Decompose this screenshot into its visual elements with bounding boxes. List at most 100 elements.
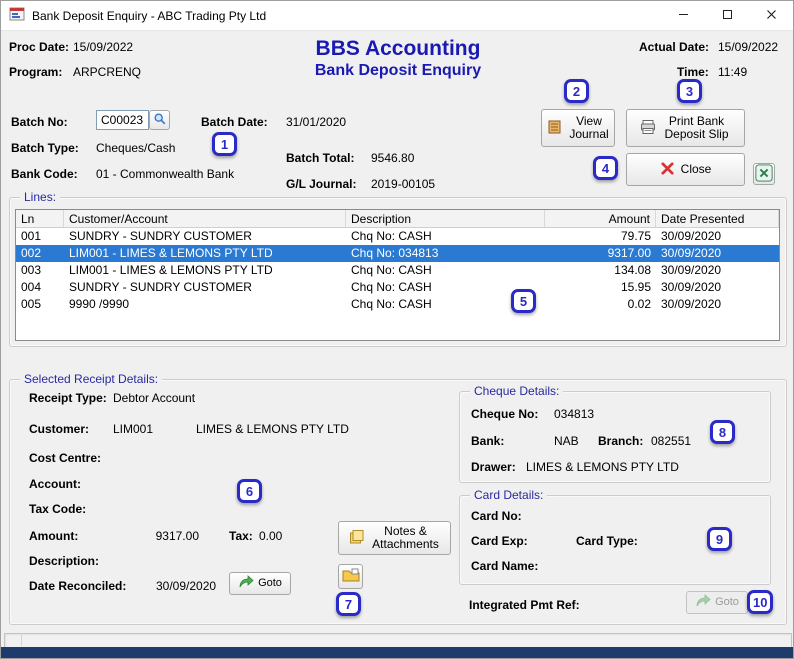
table-row-selected[interactable]: 002 LIM001 - LIMES & LEMONS PTY LTD Chq … bbox=[16, 245, 779, 262]
annotation-badge-10: 10 bbox=[747, 590, 774, 614]
drawer-value: LIMES & LEMONS PTY LTD bbox=[526, 460, 679, 474]
window-title: Bank Deposit Enquiry - ABC Trading Pty L… bbox=[32, 8, 267, 23]
lines-group-label: Lines: bbox=[20, 190, 61, 204]
table-row[interactable]: 001 SUNDRY - SUNDRY CUSTOMER Chq No: CAS… bbox=[16, 228, 779, 245]
notes-attachments-button[interactable]: Notes & Attachments bbox=[338, 521, 451, 555]
cell-amount: 134.08 bbox=[614, 263, 651, 277]
receipt-details-group-label: Selected Receipt Details: bbox=[20, 372, 163, 386]
minimize-button[interactable] bbox=[661, 1, 705, 31]
card-type-label: Card Type: bbox=[576, 534, 638, 548]
column-header-date-presented[interactable]: Date Presented bbox=[656, 210, 779, 227]
app-window: Bank Deposit Enquiry - ABC Trading Pty L… bbox=[0, 0, 794, 659]
cell-ln: 004 bbox=[21, 280, 42, 294]
cell-description: Chq No: CASH bbox=[351, 263, 432, 277]
annotation-badge-3: 3 bbox=[677, 79, 702, 103]
batch-no-search-button[interactable] bbox=[149, 110, 170, 130]
status-bar bbox=[4, 633, 792, 648]
cell-amount: 9317.00 bbox=[607, 246, 651, 260]
integrated-pmt-ref-label: Integrated Pmt Ref: bbox=[469, 598, 580, 612]
date-reconciled-label: Date Reconciled: bbox=[29, 579, 127, 593]
batch-no-label: Batch No: bbox=[11, 115, 68, 129]
printer-icon bbox=[640, 119, 656, 138]
status-bar-divider bbox=[21, 635, 22, 646]
maximize-button[interactable] bbox=[705, 1, 749, 31]
cheque-details-group-label: Cheque Details: bbox=[470, 384, 564, 398]
actual-date-label: Actual Date: bbox=[639, 40, 710, 54]
annotation-badge-9: 9 bbox=[707, 527, 732, 551]
program-label: Program: bbox=[9, 65, 63, 79]
annotation-badge-5: 5 bbox=[511, 289, 536, 313]
cell-amount: 79.75 bbox=[620, 229, 651, 243]
batch-total-value: 9546.80 bbox=[371, 151, 415, 165]
batch-no-input[interactable] bbox=[96, 110, 149, 130]
customer-name-value: LIMES & LEMONS PTY LTD bbox=[196, 422, 349, 436]
cell-ln: 002 bbox=[21, 246, 42, 260]
cell-description: Chq No: CASH bbox=[351, 229, 432, 243]
batch-date-value: 31/01/2020 bbox=[286, 115, 347, 129]
proc-date-label: Proc Date: bbox=[9, 40, 70, 54]
bank-code-label: Bank Code: bbox=[11, 167, 78, 181]
page-title: Bank Deposit Enquiry bbox=[314, 62, 482, 79]
goto-arrow-icon bbox=[238, 574, 254, 593]
table-row[interactable]: 003 LIM001 - LIMES & LEMONS PTY LTD Chq … bbox=[16, 262, 779, 279]
close-window-button[interactable] bbox=[749, 1, 793, 31]
column-header-ln[interactable]: Ln bbox=[16, 210, 64, 227]
lines-table-header: Ln Customer/Account Description Amount D… bbox=[16, 210, 779, 228]
folder-note-icon bbox=[342, 567, 360, 586]
search-icon bbox=[153, 112, 167, 129]
gl-journal-label: G/L Journal: bbox=[286, 177, 357, 191]
notes-attachments-label: Notes & Attachments bbox=[372, 524, 439, 551]
account-label: Account: bbox=[29, 477, 81, 491]
close-x-icon bbox=[660, 161, 675, 179]
window-bottom-edge bbox=[1, 647, 793, 658]
close-label: Close bbox=[680, 162, 712, 176]
journal-icon bbox=[547, 119, 563, 138]
attachment-folder-button[interactable] bbox=[338, 564, 363, 589]
close-button[interactable]: Close bbox=[626, 153, 745, 186]
lines-table: Ln Customer/Account Description Amount D… bbox=[15, 209, 780, 341]
program-value: ARPCRENQ bbox=[73, 65, 142, 79]
batch-date-label: Batch Date: bbox=[201, 115, 268, 129]
export-excel-button[interactable] bbox=[753, 163, 775, 185]
card-exp-label: Card Exp: bbox=[471, 534, 528, 548]
notes-icon bbox=[349, 529, 365, 548]
card-name-label: Card Name: bbox=[471, 559, 539, 573]
cell-customer: 9990 /9990 bbox=[69, 297, 130, 311]
card-no-label: Card No: bbox=[471, 509, 522, 523]
column-header-description[interactable]: Description bbox=[346, 210, 545, 227]
receipt-type-value: Debtor Account bbox=[113, 391, 196, 405]
proc-date-value: 15/09/2022 bbox=[73, 40, 134, 54]
description-label: Description: bbox=[29, 554, 100, 568]
cell-customer: SUNDRY - SUNDRY CUSTOMER bbox=[69, 229, 252, 243]
table-row[interactable]: 005 9990 /9990 Chq No: CASH 0.02 30/09/2… bbox=[16, 296, 779, 313]
view-journal-label: View Journal bbox=[569, 114, 609, 141]
bank-code-value: 01 - Commonwealth Bank bbox=[96, 167, 235, 181]
annotation-badge-6: 6 bbox=[237, 479, 262, 503]
cell-customer: LIM001 - LIMES & LEMONS PTY LTD bbox=[69, 246, 273, 260]
cell-date-presented: 30/09/2020 bbox=[661, 263, 722, 277]
maximize-icon bbox=[722, 9, 733, 23]
branch-label: Branch: bbox=[598, 434, 644, 448]
cell-customer: LIM001 - LIMES & LEMONS PTY LTD bbox=[69, 263, 273, 277]
column-header-customer[interactable]: Customer/Account bbox=[64, 210, 346, 227]
receipt-type-label: Receipt Type: bbox=[29, 391, 107, 405]
batch-total-label: Batch Total: bbox=[286, 151, 355, 165]
column-header-amount[interactable]: Amount bbox=[545, 210, 656, 227]
app-icon bbox=[9, 6, 25, 25]
cell-customer: SUNDRY - SUNDRY CUSTOMER bbox=[69, 280, 252, 294]
print-deposit-slip-button[interactable]: Print Bank Deposit Slip bbox=[626, 109, 745, 147]
tax-value: 0.00 bbox=[259, 529, 283, 543]
cell-date-presented: 30/09/2020 bbox=[661, 297, 722, 311]
goto-arrow-icon bbox=[695, 593, 711, 612]
card-details-group-label: Card Details: bbox=[470, 488, 548, 502]
goto-label: Goto bbox=[258, 577, 282, 589]
amount-value: 9317.00 bbox=[155, 529, 199, 543]
annotation-badge-7: 7 bbox=[336, 592, 361, 616]
view-journal-button[interactable]: View Journal bbox=[541, 109, 615, 147]
tax-code-label: Tax Code: bbox=[29, 502, 87, 516]
customer-code-value: LIM001 bbox=[113, 422, 154, 436]
table-row[interactable]: 004 SUNDRY - SUNDRY CUSTOMER Chq No: CAS… bbox=[16, 279, 779, 296]
cell-ln: 003 bbox=[21, 263, 42, 277]
date-reconciled-goto-button[interactable]: Goto bbox=[229, 572, 291, 595]
batch-type-label: Batch Type: bbox=[11, 141, 79, 155]
